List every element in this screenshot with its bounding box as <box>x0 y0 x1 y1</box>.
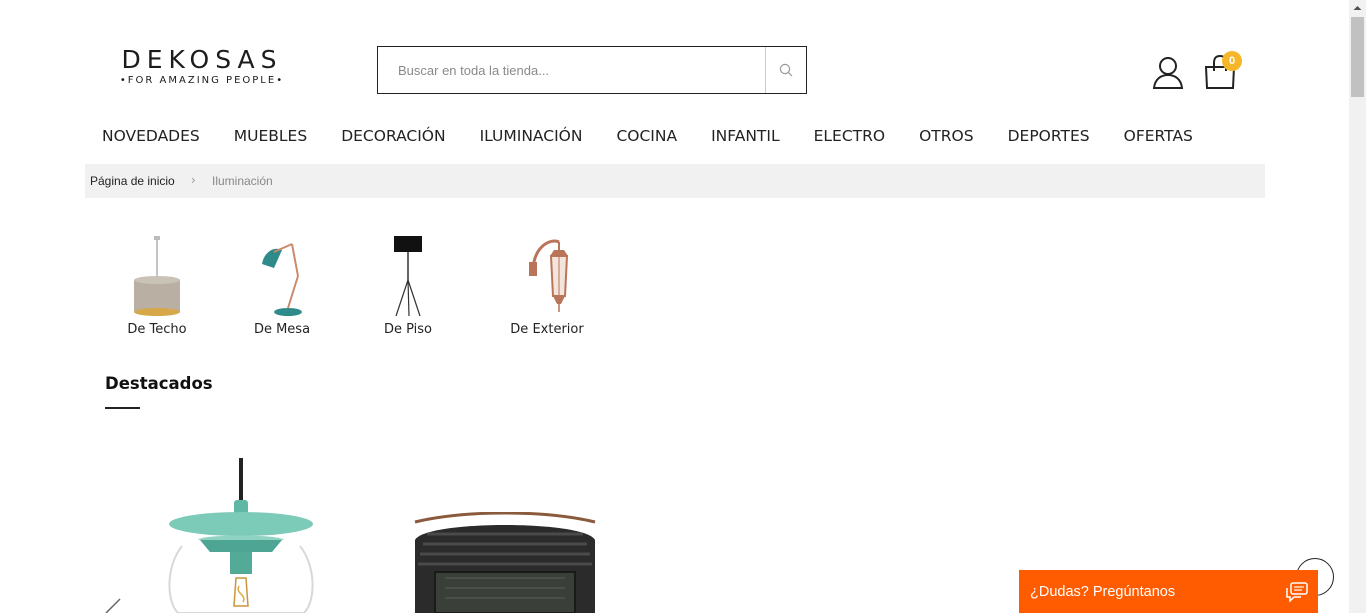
search-input[interactable] <box>378 47 766 93</box>
nav-item-otros[interactable]: OTROS <box>919 126 973 146</box>
nav-item-cocina[interactable]: COCINA <box>616 126 677 146</box>
chat-bubble-icon <box>1286 582 1308 602</box>
search-icon <box>779 63 793 77</box>
product-image-outdoor-light[interactable] <box>405 512 605 613</box>
category-label: De Piso <box>383 322 433 337</box>
main-navigation: NOVEDADES MUEBLES DECORACIÓN ILUMINACIÓN… <box>102 126 1227 146</box>
floor-lamp-icon <box>394 236 422 317</box>
search-bar <box>377 46 807 94</box>
category-de-techo[interactable]: De Techo <box>102 232 212 337</box>
scroll-up-arrow-icon[interactable] <box>1349 0 1366 17</box>
featured-heading: Destacados <box>105 374 213 393</box>
breadcrumb-current: Iluminación <box>212 174 273 188</box>
cart-count-badge: 0 <box>1222 51 1242 71</box>
category-label: De Exterior <box>510 322 584 337</box>
pendant-lamp-icon <box>134 236 180 316</box>
breadcrumb-home-link[interactable]: Página de inicio <box>90 174 175 188</box>
breadcrumb-separator: › <box>191 173 196 187</box>
category-label: De Techo <box>127 322 187 337</box>
category-de-piso[interactable]: De Piso <box>353 232 463 337</box>
user-account-icon[interactable] <box>1152 55 1184 89</box>
category-label: De Mesa <box>253 322 311 337</box>
chat-widget-label: ¿Dudas? Pregúntanos <box>1030 584 1176 600</box>
nav-item-infantil[interactable]: INFANTIL <box>711 126 780 146</box>
scrollbar-thumb[interactable] <box>1351 17 1364 97</box>
nav-item-muebles[interactable]: MUEBLES <box>234 126 307 146</box>
breadcrumb: Página de inicio › Iluminación <box>85 164 1265 198</box>
wall-lantern-icon <box>529 239 569 312</box>
category-de-exterior[interactable]: De Exterior <box>492 232 602 337</box>
nav-item-iluminacion[interactable]: ILUMINACIÓN <box>480 126 583 146</box>
nav-item-electro[interactable]: ELECTRO <box>814 126 885 146</box>
featured-heading-underline <box>105 407 140 409</box>
chat-widget-button[interactable]: ¿Dudas? Pregúntanos <box>1019 570 1318 613</box>
category-de-mesa[interactable]: De Mesa <box>227 232 337 337</box>
nav-item-novedades[interactable]: NOVEDADES <box>102 126 200 146</box>
carousel-prev-arrow[interactable] <box>100 596 130 613</box>
product-image-pendant-lamp[interactable] <box>160 456 330 613</box>
desk-lamp-icon <box>262 243 302 316</box>
store-logo[interactable]: DEKOSAS •FOR AMAZING PEOPLE• <box>112 45 292 87</box>
logo-tagline: •FOR AMAZING PEOPLE• <box>119 75 285 86</box>
logo-wordmark: DEKOSAS <box>121 45 283 74</box>
nav-item-decoracion[interactable]: DECORACIÓN <box>341 126 445 146</box>
search-button[interactable] <box>765 47 806 93</box>
nav-item-ofertas[interactable]: OFERTAS <box>1124 126 1193 146</box>
nav-item-deportes[interactable]: DEPORTES <box>1008 126 1090 146</box>
